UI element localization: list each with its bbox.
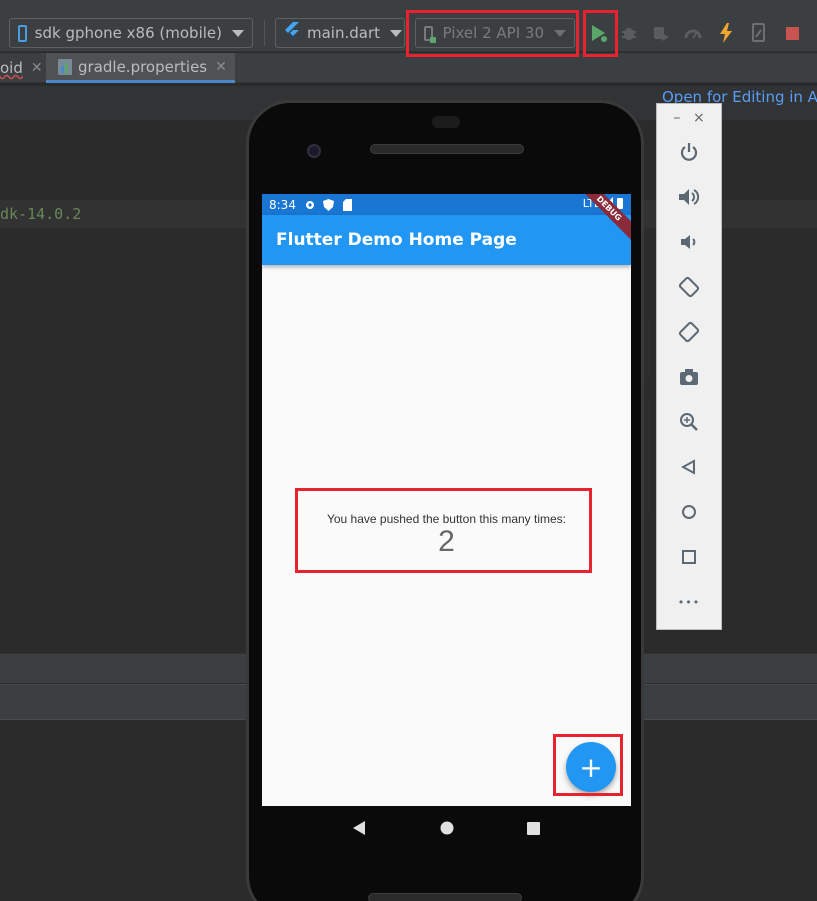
app-title: Flutter Demo Home Page [276,230,517,250]
separator [264,20,265,46]
avd-selector-label: Pixel 2 API 30 [442,24,544,42]
chevron-down-icon [390,29,403,37]
rotate-right-icon [678,321,700,343]
back-nav-icon[interactable] [353,820,367,839]
device-manager-icon [424,25,436,43]
debug-button[interactable] [618,22,640,44]
counter-message: You have pushed the button this many tim… [326,512,567,526]
stop-button[interactable] [781,22,803,44]
more-icon: ••• [677,595,701,609]
stop-icon [785,26,799,40]
run-button[interactable] [587,22,609,44]
profile-button[interactable] [682,22,704,44]
back-button[interactable] [677,455,701,479]
home-nav-icon[interactable] [440,820,454,839]
chevron-down-icon [554,29,566,37]
tab-gradle-properties[interactable]: gradle.properties ✕ [46,53,235,83]
close-panel-button[interactable]: × [693,110,705,126]
ide-toolbar: sdk gphone x86 (mobile) main.dart Pixel … [0,0,817,52]
rotate-left-button[interactable] [677,275,701,299]
shield-icon [323,198,335,211]
emulator-panel-header: – × [657,104,721,132]
emulator-screen[interactable]: 8:34 LTE Flutter Demo Home Page DEBUG Yo… [262,194,631,806]
device-power-key [644,320,650,378]
back-icon [681,459,695,475]
avd-selector[interactable]: Pixel 2 API 30 [415,18,575,48]
device-selector-label: sdk gphone x86 (mobile) [34,24,222,42]
app-bar: Flutter Demo Home Page [262,215,631,265]
play-icon [592,25,607,42]
volume-down-icon [681,235,696,249]
earpiece-speaker [370,144,524,154]
camera-icon [680,369,698,385]
bug-icon [622,28,636,40]
status-bar: 8:34 LTE [262,194,631,215]
chevron-down-icon [232,29,244,37]
gradle-file-icon [58,58,72,75]
gauge-icon [684,29,702,39]
recents-nav-icon[interactable] [526,820,540,839]
editor-tab-bar: oid ✕ gradle.properties ✕ [0,53,817,83]
restart-icon [752,23,765,42]
volume-down-button[interactable] [677,230,701,254]
attach-icon [654,27,669,41]
tab-android[interactable]: oid ✕ [0,53,51,83]
tab-label: oid [0,59,23,77]
rotate-left-icon [678,276,700,298]
front-camera-icon [307,144,321,158]
overview-icon [682,550,696,564]
plus-icon: + [579,750,603,784]
counter-value: 2 [438,525,455,558]
sd-card-icon [342,198,354,211]
hot-reload-button[interactable] [715,22,737,44]
close-icon[interactable]: ✕ [215,59,227,75]
status-time: 8:34 [269,197,296,212]
phone-icon [18,24,27,42]
volume-up-button[interactable] [677,185,701,209]
power-button[interactable] [677,140,701,164]
overview-button[interactable] [677,545,701,569]
attach-debugger-button[interactable] [650,22,672,44]
increment-fab[interactable]: + [566,742,616,792]
home-icon [682,505,696,519]
code-line[interactable]: dk-14.0.2 [0,205,81,223]
bottom-speaker [368,893,522,901]
run-config-selector[interactable]: main.dart [275,18,405,48]
home-button[interactable] [677,500,701,524]
zoom-button[interactable] [677,410,701,434]
hot-restart-button[interactable] [748,22,770,44]
android-nav-bar [262,806,631,852]
flutter-icon [284,22,300,44]
proximity-sensor [432,116,460,128]
minimize-button[interactable]: – [673,110,680,126]
rotate-right-button[interactable] [677,320,701,344]
more-button[interactable]: ••• [677,590,701,614]
volume-up-icon [679,189,700,205]
zoom-icon [680,413,698,431]
close-icon[interactable]: ✕ [31,60,43,76]
device-volume-key [644,400,650,515]
device-selector[interactable]: sdk gphone x86 (mobile) [9,18,253,48]
emulator-control-panel: – × ••• [656,103,722,630]
power-icon [680,143,698,161]
settings-icon [304,199,316,211]
lightning-icon [720,23,732,43]
run-config-label: main.dart [307,24,381,42]
screenshot-button[interactable] [677,365,701,389]
tab-label: gradle.properties [78,57,208,76]
